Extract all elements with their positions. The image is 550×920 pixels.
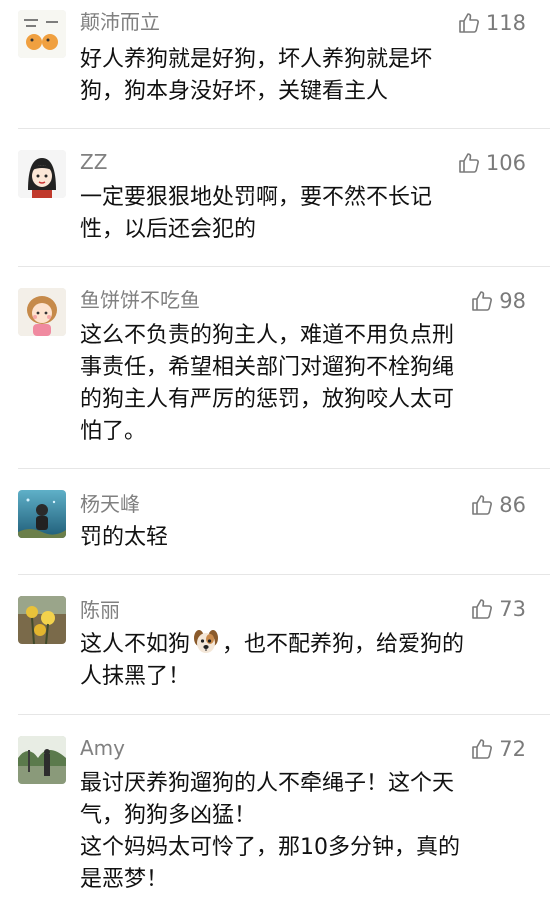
comment-line: 的狗主人有严厉的惩罚，放狗咬人太可 [80, 387, 455, 412]
like-count: 118 [485, 11, 526, 35]
divider [18, 574, 550, 575]
thumbs-up-icon [472, 599, 493, 619]
comment-line: 怕了。 [80, 419, 147, 444]
divider [18, 714, 550, 715]
user-avatar[interactable] [18, 490, 66, 538]
like-count: 73 [499, 597, 526, 621]
user-avatar[interactable] [18, 596, 66, 644]
username[interactable]: Amy [80, 736, 125, 760]
username[interactable]: 颠沛而立 [80, 10, 160, 34]
like-button[interactable]: 106 [457, 150, 526, 176]
diver-photo-avatar-icon [18, 490, 66, 538]
comment-line: 这个妈妈太可怜了，那10多分钟，真的 [80, 835, 460, 860]
like-button[interactable]: 118 [457, 10, 526, 36]
like-count: 98 [499, 289, 526, 313]
like-button[interactable]: 98 [470, 288, 526, 314]
like-button[interactable]: 72 [470, 736, 526, 762]
cartoon-avatar-icon [18, 10, 66, 58]
park-photo-avatar-icon [18, 736, 66, 784]
username[interactable]: 陈丽 [80, 598, 120, 622]
comment-text: 好人养狗就是好狗，坏人养狗就是坏 狗，狗本身没好坏，关键看主人 [80, 44, 530, 108]
comment-text: 一定要狠狠地处罚啊，要不然不长记 性，以后还会犯的 [80, 182, 530, 246]
comment-text: 这么不负责的狗主人，难道不用负点刑 事责任，希望相关部门对遛狗不栓狗绳 的狗主人… [80, 320, 530, 448]
like-button[interactable]: 86 [470, 492, 526, 518]
like-count: 72 [499, 737, 526, 761]
dog-face-emoji-icon [192, 628, 220, 656]
comment-line: 最讨厌养狗遛狗的人不牵绳子！这个天 [80, 771, 455, 796]
comment-line: 好人养狗就是好狗，坏人养狗就是坏 [80, 47, 433, 72]
comment-line: 这么不负责的狗主人，难道不用负点刑 [80, 323, 455, 348]
like-count: 106 [485, 151, 526, 175]
comment-text: 罚的太轻 [80, 522, 530, 554]
thumbs-up-icon [459, 153, 479, 173]
user-avatar[interactable] [18, 10, 66, 58]
comment-line: 人抹黑了！ [80, 664, 191, 689]
comment-text: 这人不如狗 ，也不配养狗，给爱狗的 人抹黑了！ [80, 628, 530, 693]
comment-line: 性，以后还会犯的 [80, 217, 257, 242]
like-button[interactable]: 73 [470, 596, 526, 622]
comment-text: 最讨厌养狗遛狗的人不牵绳子！这个天 气，狗狗多凶猛！ 这个妈妈太可怜了，那10多… [80, 768, 530, 896]
comment-line: 狗，狗本身没好坏，关键看主人 [80, 79, 389, 104]
thumbs-up-icon [472, 739, 493, 759]
cartoon-girl-avatar-icon [18, 150, 66, 198]
username[interactable]: 杨天峰 [80, 492, 140, 516]
comment-line: 气，狗狗多凶猛！ [80, 803, 257, 828]
comment-line-segment: 这人不如狗 [80, 632, 191, 657]
thumbs-up-icon [459, 13, 479, 33]
thumbs-up-icon [472, 291, 493, 311]
comment-line: 这人不如狗 ，也不配养狗，给爱狗的 [80, 628, 530, 661]
comment-line-segment: ，也不配养狗，给爱狗的 [222, 632, 465, 657]
user-avatar[interactable] [18, 288, 66, 336]
username[interactable]: ZZ [80, 150, 107, 174]
thumbs-up-icon [472, 495, 493, 515]
divider [18, 468, 550, 469]
username[interactable]: 鱼饼饼不吃鱼 [80, 288, 200, 312]
divider [18, 266, 550, 267]
user-avatar[interactable] [18, 736, 66, 784]
comment-list: 颠沛而立 118 好人养狗就是好狗，坏人养狗就是坏 狗，狗本身没好坏，关键看主人 [0, 0, 550, 920]
comment-line: 事责任，希望相关部门对遛狗不栓狗绳 [80, 355, 455, 380]
comment-line: 一定要狠狠地处罚啊，要不然不长记 [80, 185, 433, 210]
divider [18, 128, 550, 129]
comment-line: 是恶梦！ [80, 867, 169, 892]
flower-photo-avatar-icon [18, 596, 66, 644]
like-count: 86 [499, 493, 526, 517]
user-avatar[interactable] [18, 150, 66, 198]
comment-line: 罚的太轻 [80, 525, 169, 550]
cartoon-girl-avatar-icon [18, 288, 66, 336]
